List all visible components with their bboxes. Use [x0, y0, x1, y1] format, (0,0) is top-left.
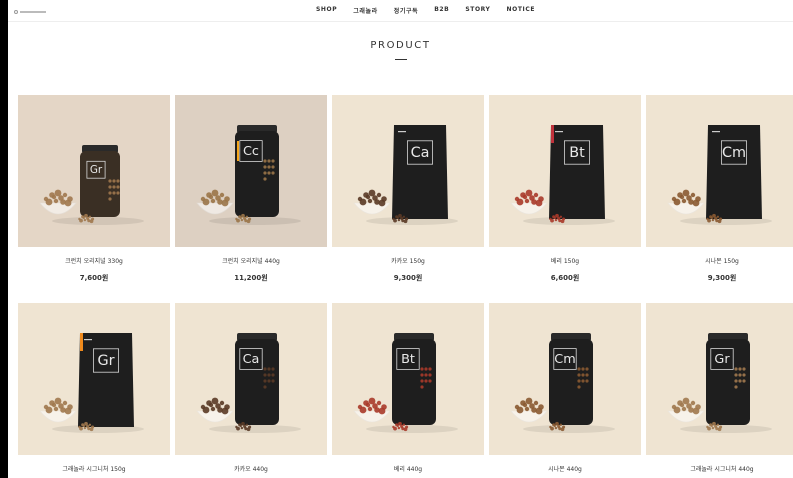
nav-shop[interactable]: SHOP — [308, 6, 345, 15]
product-photo: Cc — [175, 95, 327, 247]
nav-subscription[interactable]: 정기구독 — [386, 6, 426, 15]
product-image[interactable]: Cc — [175, 95, 327, 247]
sale-price: 7,600원 — [79, 274, 109, 282]
product-photo: Cm — [489, 303, 641, 455]
product-photo: Bt — [332, 303, 484, 455]
main-nav: SHOP 그래놀라 정기구독 B2B STORY NOTICE — [308, 6, 543, 15]
sale-price: 9,300원 — [707, 274, 737, 282]
price-row: 9,300원 — [332, 273, 484, 283]
element-code-label: Gr — [714, 352, 730, 367]
pouch-package — [549, 125, 605, 219]
title-divider — [394, 59, 407, 60]
product-image[interactable]: Ca — [332, 95, 484, 247]
element-code-label: Cm — [554, 352, 575, 367]
pouch-package — [392, 125, 448, 219]
element-code-label: Ca — [243, 352, 260, 367]
price-row: 6,600원 — [489, 273, 641, 283]
price-row: 11,200원 — [175, 273, 327, 283]
page-heading: PRODUCT — [8, 40, 793, 68]
product-image[interactable]: Cm — [646, 95, 793, 247]
product-image[interactable]: Gr — [18, 303, 170, 455]
product-photo: Ca — [332, 95, 484, 247]
logo-mark-icon — [14, 10, 18, 14]
page: SHOP 그래놀라 정기구독 B2B STORY NOTICE PRODUCT … — [8, 0, 793, 478]
nav-story[interactable]: STORY — [457, 6, 498, 15]
product-image[interactable]: Bt — [332, 303, 484, 455]
nav-granola[interactable]: 그래놀라 — [345, 6, 385, 15]
product-image[interactable]: Ca — [175, 303, 327, 455]
product-photo: Ca — [175, 303, 327, 455]
product-name[interactable]: 크런치 오리지널 330g — [18, 256, 170, 265]
brand-logo[interactable] — [14, 9, 48, 15]
product-name[interactable]: 크런치 오리지널 440g — [175, 256, 327, 265]
sale-price: 6,600원 — [550, 274, 580, 282]
product-name[interactable]: 그래놀라 시그니처 440g — [646, 464, 793, 473]
product-name[interactable]: 카카오 440g — [175, 464, 327, 473]
flavor-tag — [551, 125, 554, 143]
nav-notice[interactable]: NOTICE — [499, 6, 544, 15]
product-name[interactable]: 시나몬 150g — [646, 256, 793, 265]
product-name[interactable]: 카카오 150g — [332, 256, 484, 265]
product-photo: Gr — [646, 303, 793, 455]
jar-package — [80, 151, 120, 217]
product-photo: Gr — [18, 303, 170, 455]
product-photo: Bt — [489, 95, 641, 247]
product-name[interactable]: 그래놀라 시그니처 150g — [18, 464, 170, 473]
element-code-label: Gr — [97, 353, 114, 369]
site-header: SHOP 그래놀라 정기구독 B2B STORY NOTICE — [8, 0, 793, 22]
element-code-label: Ca — [411, 145, 430, 161]
element-code-label: Gr — [90, 164, 103, 176]
product-photo: Cm — [646, 95, 793, 247]
product-image[interactable]: Gr — [18, 95, 170, 247]
element-code-label: Bt — [569, 145, 585, 161]
product-name[interactable]: 베리 440g — [332, 464, 484, 473]
nav-b2b[interactable]: B2B — [426, 6, 457, 15]
pouch-package — [706, 125, 762, 219]
pouch-package — [78, 333, 134, 427]
element-code-label: Bt — [401, 352, 415, 367]
product-image[interactable]: Cm — [489, 303, 641, 455]
product-name[interactable]: 시나몬 440g — [489, 464, 641, 473]
flavor-tag — [237, 141, 239, 161]
sale-price: 9,300원 — [393, 274, 423, 282]
sale-price: 11,200원 — [234, 274, 268, 282]
product-photo: Gr — [18, 95, 170, 247]
logo-wordmark — [20, 11, 46, 13]
price-row: 7,600원 — [18, 273, 170, 283]
product-image[interactable]: Gr — [646, 303, 793, 455]
product-name[interactable]: 베리 150g — [489, 256, 641, 265]
page-title: PRODUCT — [370, 40, 431, 51]
element-code-label: Cm — [722, 145, 746, 161]
price-row: 9,300원 — [646, 273, 793, 283]
product-image[interactable]: Bt — [489, 95, 641, 247]
element-code-label: Cc — [243, 144, 259, 159]
flavor-tag — [80, 333, 83, 351]
